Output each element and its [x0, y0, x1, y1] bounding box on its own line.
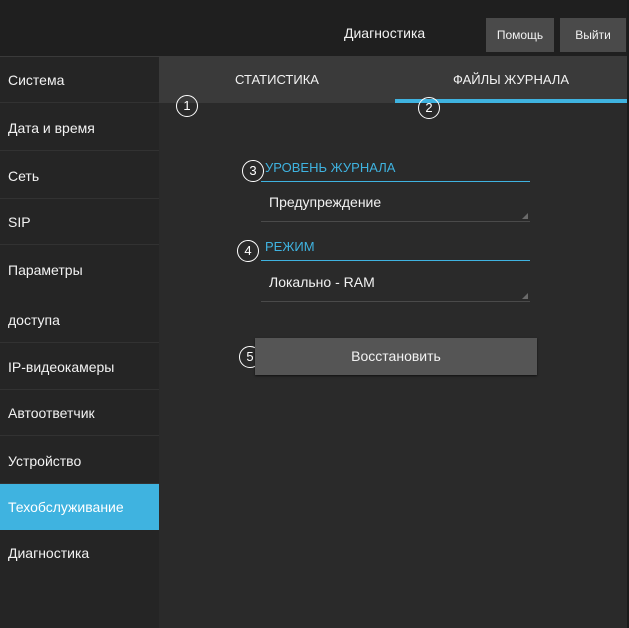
sidebar-item-datetime[interactable]: Дата и время	[0, 105, 159, 151]
mode-label: РЕЖИМ	[265, 239, 315, 254]
dropdown-corner-icon	[522, 213, 528, 219]
mode-select[interactable]: Локально - RAM	[261, 262, 530, 302]
tab-statistics[interactable]: СТАТИСТИКА	[159, 57, 395, 103]
sidebar-item-system[interactable]: Система	[0, 57, 159, 103]
page-title: Диагностика	[344, 25, 426, 41]
exit-button[interactable]: Выйти	[560, 18, 626, 52]
help-button[interactable]: Помощь	[486, 18, 554, 52]
tab-bar: СТАТИСТИКА ФАЙЛЫ ЖУРНАЛА	[159, 57, 627, 103]
sidebar-item-device[interactable]: Устройство	[0, 438, 159, 484]
log-level-value: Предупреждение	[269, 194, 382, 210]
sidebar-item-diagnostics[interactable]: Диагностика	[0, 530, 159, 576]
callout-marker: 2	[418, 97, 440, 119]
callout-marker: 3	[242, 160, 264, 182]
app-window: Диагностика Помощь Выйти Система Дата и …	[0, 0, 629, 628]
sidebar-item-ip-cameras[interactable]: IP-видеокамеры	[0, 344, 159, 390]
sidebar: Система Дата и время Сеть SIP Параметры …	[0, 57, 159, 628]
top-bar: Диагностика Помощь Выйти	[0, 0, 627, 57]
sidebar-item-network[interactable]: Сеть	[0, 153, 159, 199]
callout-marker: 1	[176, 95, 198, 117]
dropdown-corner-icon	[522, 293, 528, 299]
mode-divider	[261, 260, 530, 261]
log-level-select[interactable]: Предупреждение	[261, 182, 530, 222]
callout-marker: 4	[237, 240, 259, 262]
mode-value: Локально - RAM	[269, 274, 375, 290]
restore-button[interactable]: Восстановить	[255, 338, 537, 375]
sidebar-item-access-params[interactable]: Параметры	[0, 247, 159, 293]
log-level-label: УРОВЕНЬ ЖУРНАЛА	[265, 160, 396, 175]
sidebar-item-access[interactable]: доступа	[0, 297, 159, 343]
sidebar-item-maintenance[interactable]: Техобслуживание	[0, 484, 159, 530]
sidebar-item-sip[interactable]: SIP	[0, 199, 159, 245]
sidebar-item-answering[interactable]: Автоответчик	[0, 390, 159, 436]
